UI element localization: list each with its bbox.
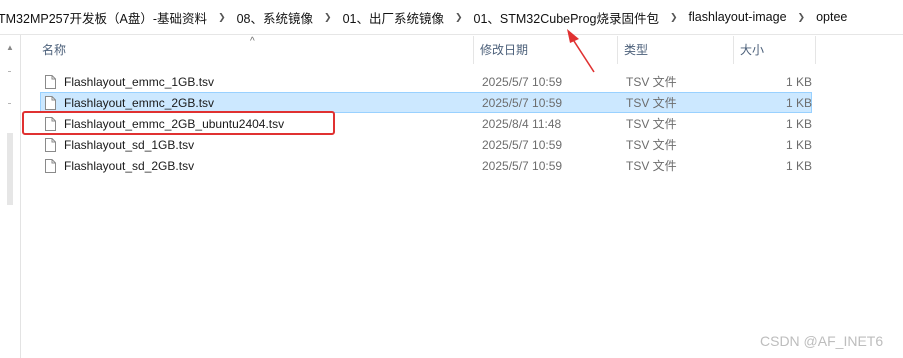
watermark: CSDN @AF_INET6 — [760, 333, 884, 349]
annotation-arrow-icon — [567, 29, 595, 73]
